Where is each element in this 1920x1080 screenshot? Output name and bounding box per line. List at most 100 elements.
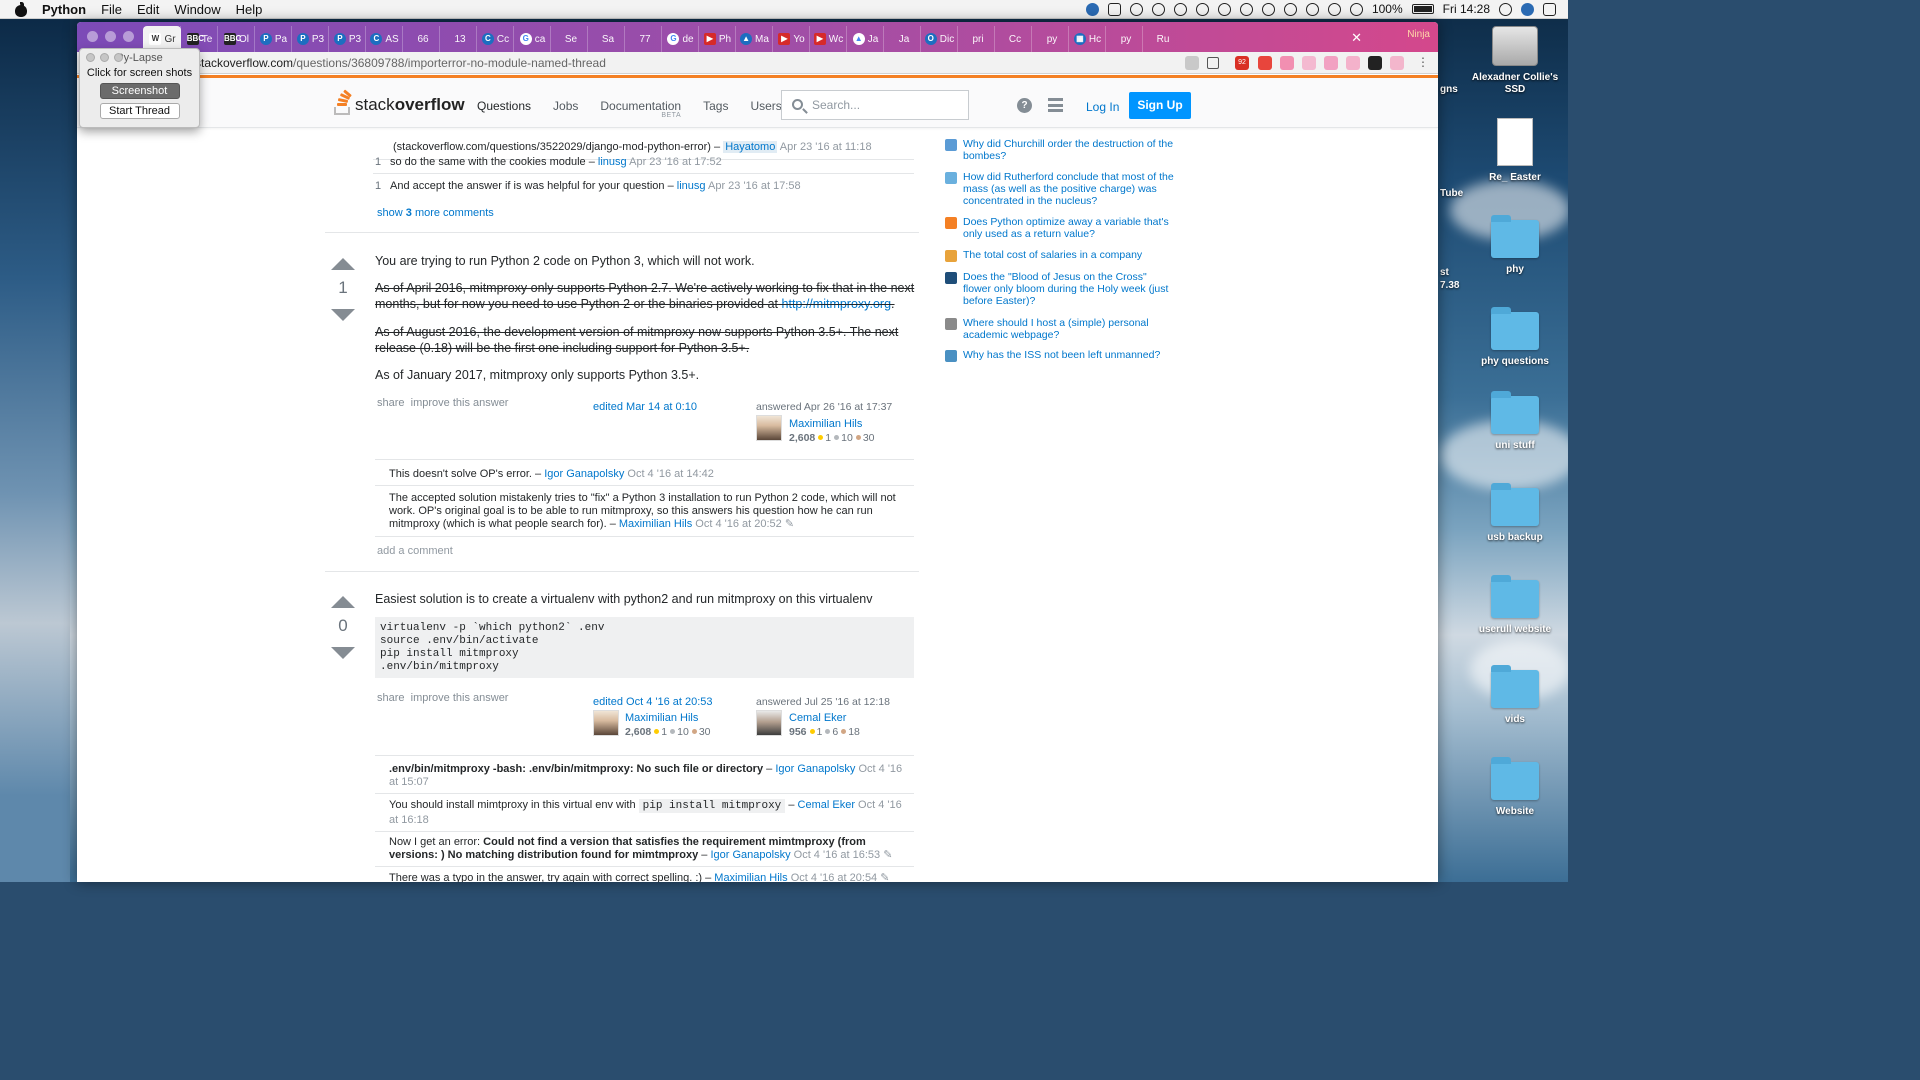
menubar-clock[interactable]: Fri 14:28 bbox=[1443, 2, 1490, 16]
comment-user-link[interactable]: Maximilian Hils bbox=[619, 518, 692, 530]
author-name-link[interactable]: Maximilian Hils bbox=[789, 417, 906, 431]
ninja-profile-label[interactable]: Ninja bbox=[1407, 29, 1430, 40]
browser-tab[interactable]: Ru bbox=[1142, 26, 1180, 52]
creative-cloud-icon[interactable] bbox=[1151, 2, 1165, 16]
author-avatar[interactable] bbox=[756, 710, 782, 736]
notification-center-icon[interactable] bbox=[1543, 2, 1556, 16]
browser-tab[interactable]: ▲ Ja bbox=[846, 26, 884, 52]
login-link[interactable]: Log In bbox=[1086, 100, 1119, 114]
cloud-app-icon[interactable] bbox=[1085, 2, 1099, 16]
tab-close-icon[interactable]: ✕ bbox=[1351, 30, 1362, 46]
desktop-doc-re-easter[interactable]: Re_ Easter bbox=[1470, 118, 1560, 184]
improve-answer-link[interactable]: improve this answer bbox=[411, 397, 509, 409]
volume-icon[interactable] bbox=[1349, 2, 1363, 16]
menu-app-python[interactable]: Python bbox=[42, 2, 86, 17]
show-more-comments-link[interactable]: show 3 more comments bbox=[377, 207, 494, 220]
browser-tab[interactable]: pri bbox=[957, 26, 995, 52]
extension-screen-icon[interactable] bbox=[1346, 56, 1360, 70]
desktop-disk-ssd[interactable]: Alexadner Collie's SSD bbox=[1470, 26, 1560, 96]
comment-user-link[interactable]: linusg bbox=[598, 156, 627, 168]
mitmproxy-link[interactable]: http://mitmproxy.org bbox=[782, 297, 892, 311]
author-avatar[interactable] bbox=[756, 415, 782, 441]
edited-date-link[interactable]: edited Mar 14 at 0:10 bbox=[593, 401, 697, 413]
comment-user-link[interactable]: Cemal Eker bbox=[798, 799, 855, 811]
extension-dots-icon[interactable] bbox=[1324, 56, 1338, 70]
so-search-input[interactable]: Search... bbox=[781, 90, 969, 120]
upvote-arrow-icon[interactable] bbox=[331, 258, 355, 270]
browser-tab[interactable]: P P3 bbox=[291, 26, 329, 52]
nav-users[interactable]: Users bbox=[750, 99, 781, 113]
hot-question-item[interactable]: How did Rutherford conclude that most of… bbox=[945, 171, 1175, 207]
siri-icon[interactable] bbox=[1521, 2, 1534, 16]
browser-tab[interactable]: ▲ Ma bbox=[735, 26, 773, 52]
activity-icon[interactable] bbox=[1261, 2, 1275, 16]
hot-question-item[interactable]: Why did Churchill order the destruction … bbox=[945, 138, 1175, 162]
editor-name-link[interactable]: Maximilian Hils bbox=[625, 711, 743, 725]
help-icon[interactable]: ? bbox=[1017, 98, 1032, 113]
menu-edit[interactable]: Edit bbox=[137, 2, 159, 17]
desktop-folder-uni-stuff[interactable]: uni stuff bbox=[1470, 391, 1560, 452]
edited-date-link[interactable]: edited Oct 4 '16 at 20:53 bbox=[593, 695, 743, 709]
spotlight-search-icon[interactable] bbox=[1499, 2, 1512, 16]
comment-user-link[interactable]: Hayatomo bbox=[723, 141, 778, 153]
signup-button[interactable]: Sign Up bbox=[1129, 92, 1191, 119]
browser-tab[interactable]: Cc bbox=[994, 26, 1032, 52]
time-machine-icon[interactable] bbox=[1283, 2, 1297, 16]
hot-question-item[interactable]: Does the "Blood of Jesus on the Cross" f… bbox=[945, 271, 1175, 307]
browser-tab[interactable]: 13 bbox=[439, 26, 477, 52]
add-comment-link[interactable]: add a comment bbox=[377, 545, 453, 558]
browser-tab[interactable]: ▦ Hc bbox=[1068, 26, 1106, 52]
comment-user-link[interactable]: Igor Ganapolsky bbox=[710, 849, 790, 861]
wifi-icon[interactable] bbox=[1327, 2, 1341, 16]
browser-tab[interactable]: py bbox=[1031, 26, 1069, 52]
nav-documentation[interactable]: Documentation BETA bbox=[600, 99, 681, 119]
browser-tab[interactable]: P Pa bbox=[254, 26, 292, 52]
browser-tab[interactable]: 66 bbox=[402, 26, 440, 52]
dropbox-icon[interactable] bbox=[1107, 2, 1121, 16]
notification-icon[interactable] bbox=[1239, 2, 1253, 16]
browser-tab[interactable]: ▶ Wc bbox=[809, 26, 847, 52]
site-switcher-icon[interactable] bbox=[1048, 98, 1063, 112]
desktop-folder-userull-website[interactable]: userull website bbox=[1470, 575, 1560, 636]
browser-tab[interactable]: Gca bbox=[513, 26, 551, 52]
github-icon[interactable] bbox=[1217, 2, 1231, 16]
browser-tab[interactable]: ▶ Ph bbox=[698, 26, 736, 52]
browser-tab[interactable]: py bbox=[1105, 26, 1143, 52]
close-window-button[interactable] bbox=[86, 53, 95, 62]
chrome-menu-icon[interactable]: ⋮ bbox=[1417, 56, 1431, 70]
hot-question-item[interactable]: Does Python optimize away a variable tha… bbox=[945, 216, 1175, 240]
zoom-window-button[interactable] bbox=[114, 53, 123, 62]
vpn-icon[interactable] bbox=[1173, 2, 1187, 16]
apple-icon[interactable] bbox=[14, 1, 28, 17]
zoom-window-button[interactable] bbox=[123, 31, 134, 42]
translate-icon[interactable] bbox=[1185, 56, 1199, 70]
desktop-folder-phy[interactable]: phy bbox=[1470, 215, 1560, 276]
extension-search-icon[interactable] bbox=[1302, 56, 1316, 70]
downvote-arrow-icon[interactable] bbox=[331, 647, 355, 659]
battery-icon[interactable] bbox=[1411, 4, 1434, 14]
desktop-folder-usb-backup[interactable]: usb backup bbox=[1470, 483, 1560, 544]
screenshot-button[interactable]: Screenshot bbox=[99, 83, 180, 99]
comment-user-link[interactable]: Maximilian Hils bbox=[714, 872, 787, 882]
improve-answer-link[interactable]: improve this answer bbox=[411, 692, 509, 704]
extension-pen-icon[interactable] bbox=[1390, 56, 1404, 70]
share-link[interactable]: share bbox=[377, 397, 405, 409]
nav-questions[interactable]: Questions bbox=[477, 99, 531, 113]
extension-t-icon[interactable] bbox=[1368, 56, 1382, 70]
extension-pink-icon[interactable] bbox=[1280, 56, 1294, 70]
bluetooth-icon[interactable] bbox=[1305, 2, 1319, 16]
browser-tab[interactable]: C Cc bbox=[476, 26, 514, 52]
info-icon[interactable] bbox=[1195, 2, 1209, 16]
desktop-folder-vids[interactable]: vids bbox=[1470, 665, 1560, 726]
desktop-folder-website[interactable]: Website bbox=[1470, 757, 1560, 818]
comment-user-link[interactable]: linusg bbox=[677, 180, 706, 192]
browser-tab[interactable]: 77 bbox=[624, 26, 662, 52]
bookmark-star-icon[interactable] bbox=[1207, 57, 1219, 69]
address-bar[interactable]: stackoverflow.com/questions/36809788/imp… bbox=[195, 52, 606, 74]
browser-tab[interactable]: C AS bbox=[365, 26, 403, 52]
browser-tab[interactable]: O Dic bbox=[920, 26, 958, 52]
minimize-window-button[interactable] bbox=[100, 53, 109, 62]
comment-user-link[interactable]: Igor Ganapolsky bbox=[544, 468, 624, 480]
browser-tab[interactable]: P P3 bbox=[328, 26, 366, 52]
desktop-folder-phy-questions[interactable]: phy questions bbox=[1470, 307, 1560, 368]
